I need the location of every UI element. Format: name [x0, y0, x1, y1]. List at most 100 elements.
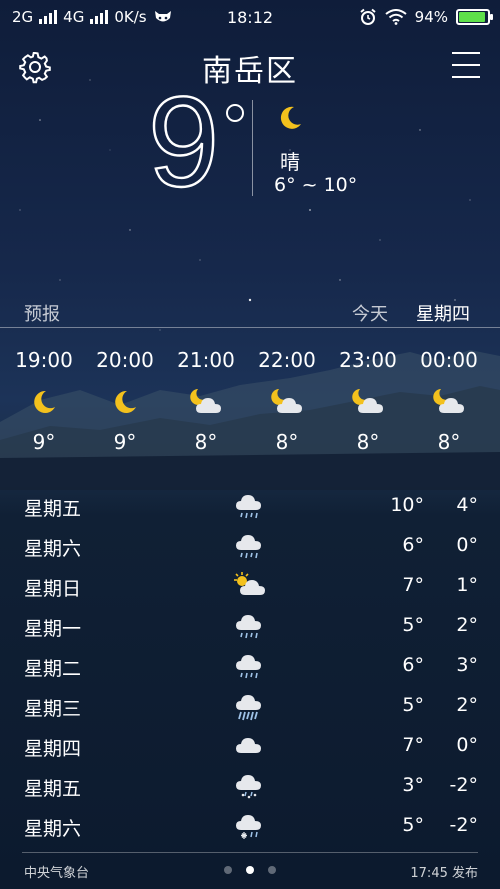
day-high: 10°	[390, 494, 424, 516]
hour-temp: 9°	[113, 430, 137, 454]
day-low: 4°	[456, 494, 478, 516]
footer-divider	[22, 852, 478, 853]
rain-icon	[236, 615, 261, 639]
day-name: 星期二	[24, 658, 82, 680]
alarm-icon	[360, 8, 376, 25]
daily-row: 星期六 6° 0°	[0, 526, 500, 566]
day-low: 1°	[456, 574, 478, 596]
day-name: 星期三	[24, 698, 82, 720]
heavy-rain-icon	[236, 695, 261, 721]
moon-icon	[115, 390, 136, 413]
tab-weekday[interactable]: 星期四	[416, 300, 470, 326]
day-high: 6°	[402, 654, 424, 676]
page-indicator[interactable]	[224, 866, 276, 874]
moon-cloud-icon	[433, 389, 464, 413]
day-icon-slot	[232, 490, 268, 522]
hourly-item: 21:00 8°	[165, 348, 247, 454]
hourly-forecast[interactable]: 19:00 9° 20:00 9° 21:00 8° 22:00 8° 23:0…	[0, 348, 500, 468]
daily-row: 星期日 7° 1°	[0, 566, 500, 606]
day-name: 星期一	[24, 618, 82, 640]
daily-row: 星期五 10° 4°	[0, 486, 500, 526]
day-low: 2°	[456, 694, 478, 716]
daily-row: 星期一 5° 2°	[0, 606, 500, 646]
rain-icon	[236, 655, 261, 679]
hour-temp: 8°	[437, 430, 461, 454]
snow-rain-icon	[236, 815, 261, 839]
day-name: 星期六	[24, 538, 82, 560]
page-dot[interactable]	[246, 866, 254, 874]
daily-forecast: 星期五 10° 4° 星期六 6° 0° 星期日 7° 1° 星期一 5° 2°…	[0, 486, 500, 846]
tab-today[interactable]: 今天	[352, 300, 388, 326]
hour-icon-slot	[327, 374, 409, 430]
daily-row: 星期六 5° -2°	[0, 806, 500, 846]
day-icon-slot	[232, 810, 268, 842]
day-icon-slot	[232, 770, 268, 802]
day-name: 星期五	[24, 778, 82, 800]
page-dot[interactable]	[224, 866, 232, 874]
hour-time: 00:00	[420, 348, 478, 372]
forecast-header: 预报 今天 星期四	[0, 300, 500, 328]
footer: 中央气象台 17:45 发布	[0, 862, 500, 882]
day-high: 5°	[402, 694, 424, 716]
hour-icon-slot	[246, 374, 328, 430]
hamburger-menu-icon	[452, 52, 480, 54]
day-high: 6°	[402, 534, 424, 556]
daily-row: 星期三 5° 2°	[0, 686, 500, 726]
day-icon-slot	[232, 610, 268, 642]
moon-cloud-icon	[271, 389, 302, 413]
hourly-item: 00:00 8°	[408, 348, 490, 454]
city-name[interactable]: 南岳区	[0, 46, 500, 90]
moon-icon	[34, 390, 55, 413]
rain-icon	[236, 535, 261, 559]
day-low: 0°	[456, 534, 478, 556]
hour-time: 19:00	[15, 348, 73, 372]
day-icon-slot	[232, 530, 268, 562]
day-high: 7°	[402, 574, 424, 596]
day-icon-slot	[232, 730, 268, 762]
status-right: 94%	[359, 0, 493, 34]
day-name: 星期四	[24, 738, 82, 760]
hour-icon-slot	[408, 374, 490, 430]
hour-temp: 8°	[356, 430, 380, 454]
hourly-item: 19:00 9°	[3, 348, 85, 454]
day-name: 星期五	[24, 498, 82, 520]
day-high: 5°	[402, 614, 424, 636]
day-name: 星期日	[24, 578, 82, 600]
hourly-item: 20:00 9°	[84, 348, 166, 454]
daily-row: 星期四 7° 0°	[0, 726, 500, 766]
hour-temp: 8°	[194, 430, 218, 454]
hour-icon-slot	[84, 374, 166, 430]
hour-icon-slot	[3, 374, 85, 430]
page-dot[interactable]	[268, 866, 276, 874]
status-bar: 2G 4G 0K/s 18:12 94%	[0, 0, 500, 34]
hour-time: 21:00	[177, 348, 235, 372]
daily-row: 星期二 6° 3°	[0, 646, 500, 686]
menu-button[interactable]	[452, 52, 480, 78]
battery-icon	[456, 9, 493, 25]
degree-symbol	[226, 104, 244, 122]
daily-row: 星期五 3° -2°	[0, 766, 500, 806]
day-icon-slot	[232, 570, 268, 602]
hourly-item: 23:00 8°	[327, 348, 409, 454]
publish-time: 17:45 发布	[410, 866, 478, 881]
data-source: 中央气象台	[24, 866, 90, 881]
hourly-item: 22:00 8°	[246, 348, 328, 454]
sun-cloud-icon	[234, 572, 265, 595]
day-high: 7°	[402, 734, 424, 756]
rain-icon	[236, 495, 261, 519]
hour-temp: 9°	[32, 430, 56, 454]
battery-percent: 94%	[414, 8, 448, 26]
cloud-icon	[236, 738, 261, 753]
hour-time: 22:00	[258, 348, 316, 372]
forecast-label: 预报	[24, 304, 60, 325]
day-low: 2°	[456, 614, 478, 636]
current-condition: 晴	[280, 150, 300, 174]
day-low: -2°	[449, 774, 478, 796]
day-low: -2°	[449, 814, 478, 836]
current-divider	[252, 100, 253, 196]
wifi-icon	[385, 9, 407, 25]
day-name: 星期六	[24, 818, 82, 840]
hour-temp: 8°	[275, 430, 299, 454]
battery-fill	[459, 12, 486, 22]
forecast-divider	[0, 327, 500, 328]
